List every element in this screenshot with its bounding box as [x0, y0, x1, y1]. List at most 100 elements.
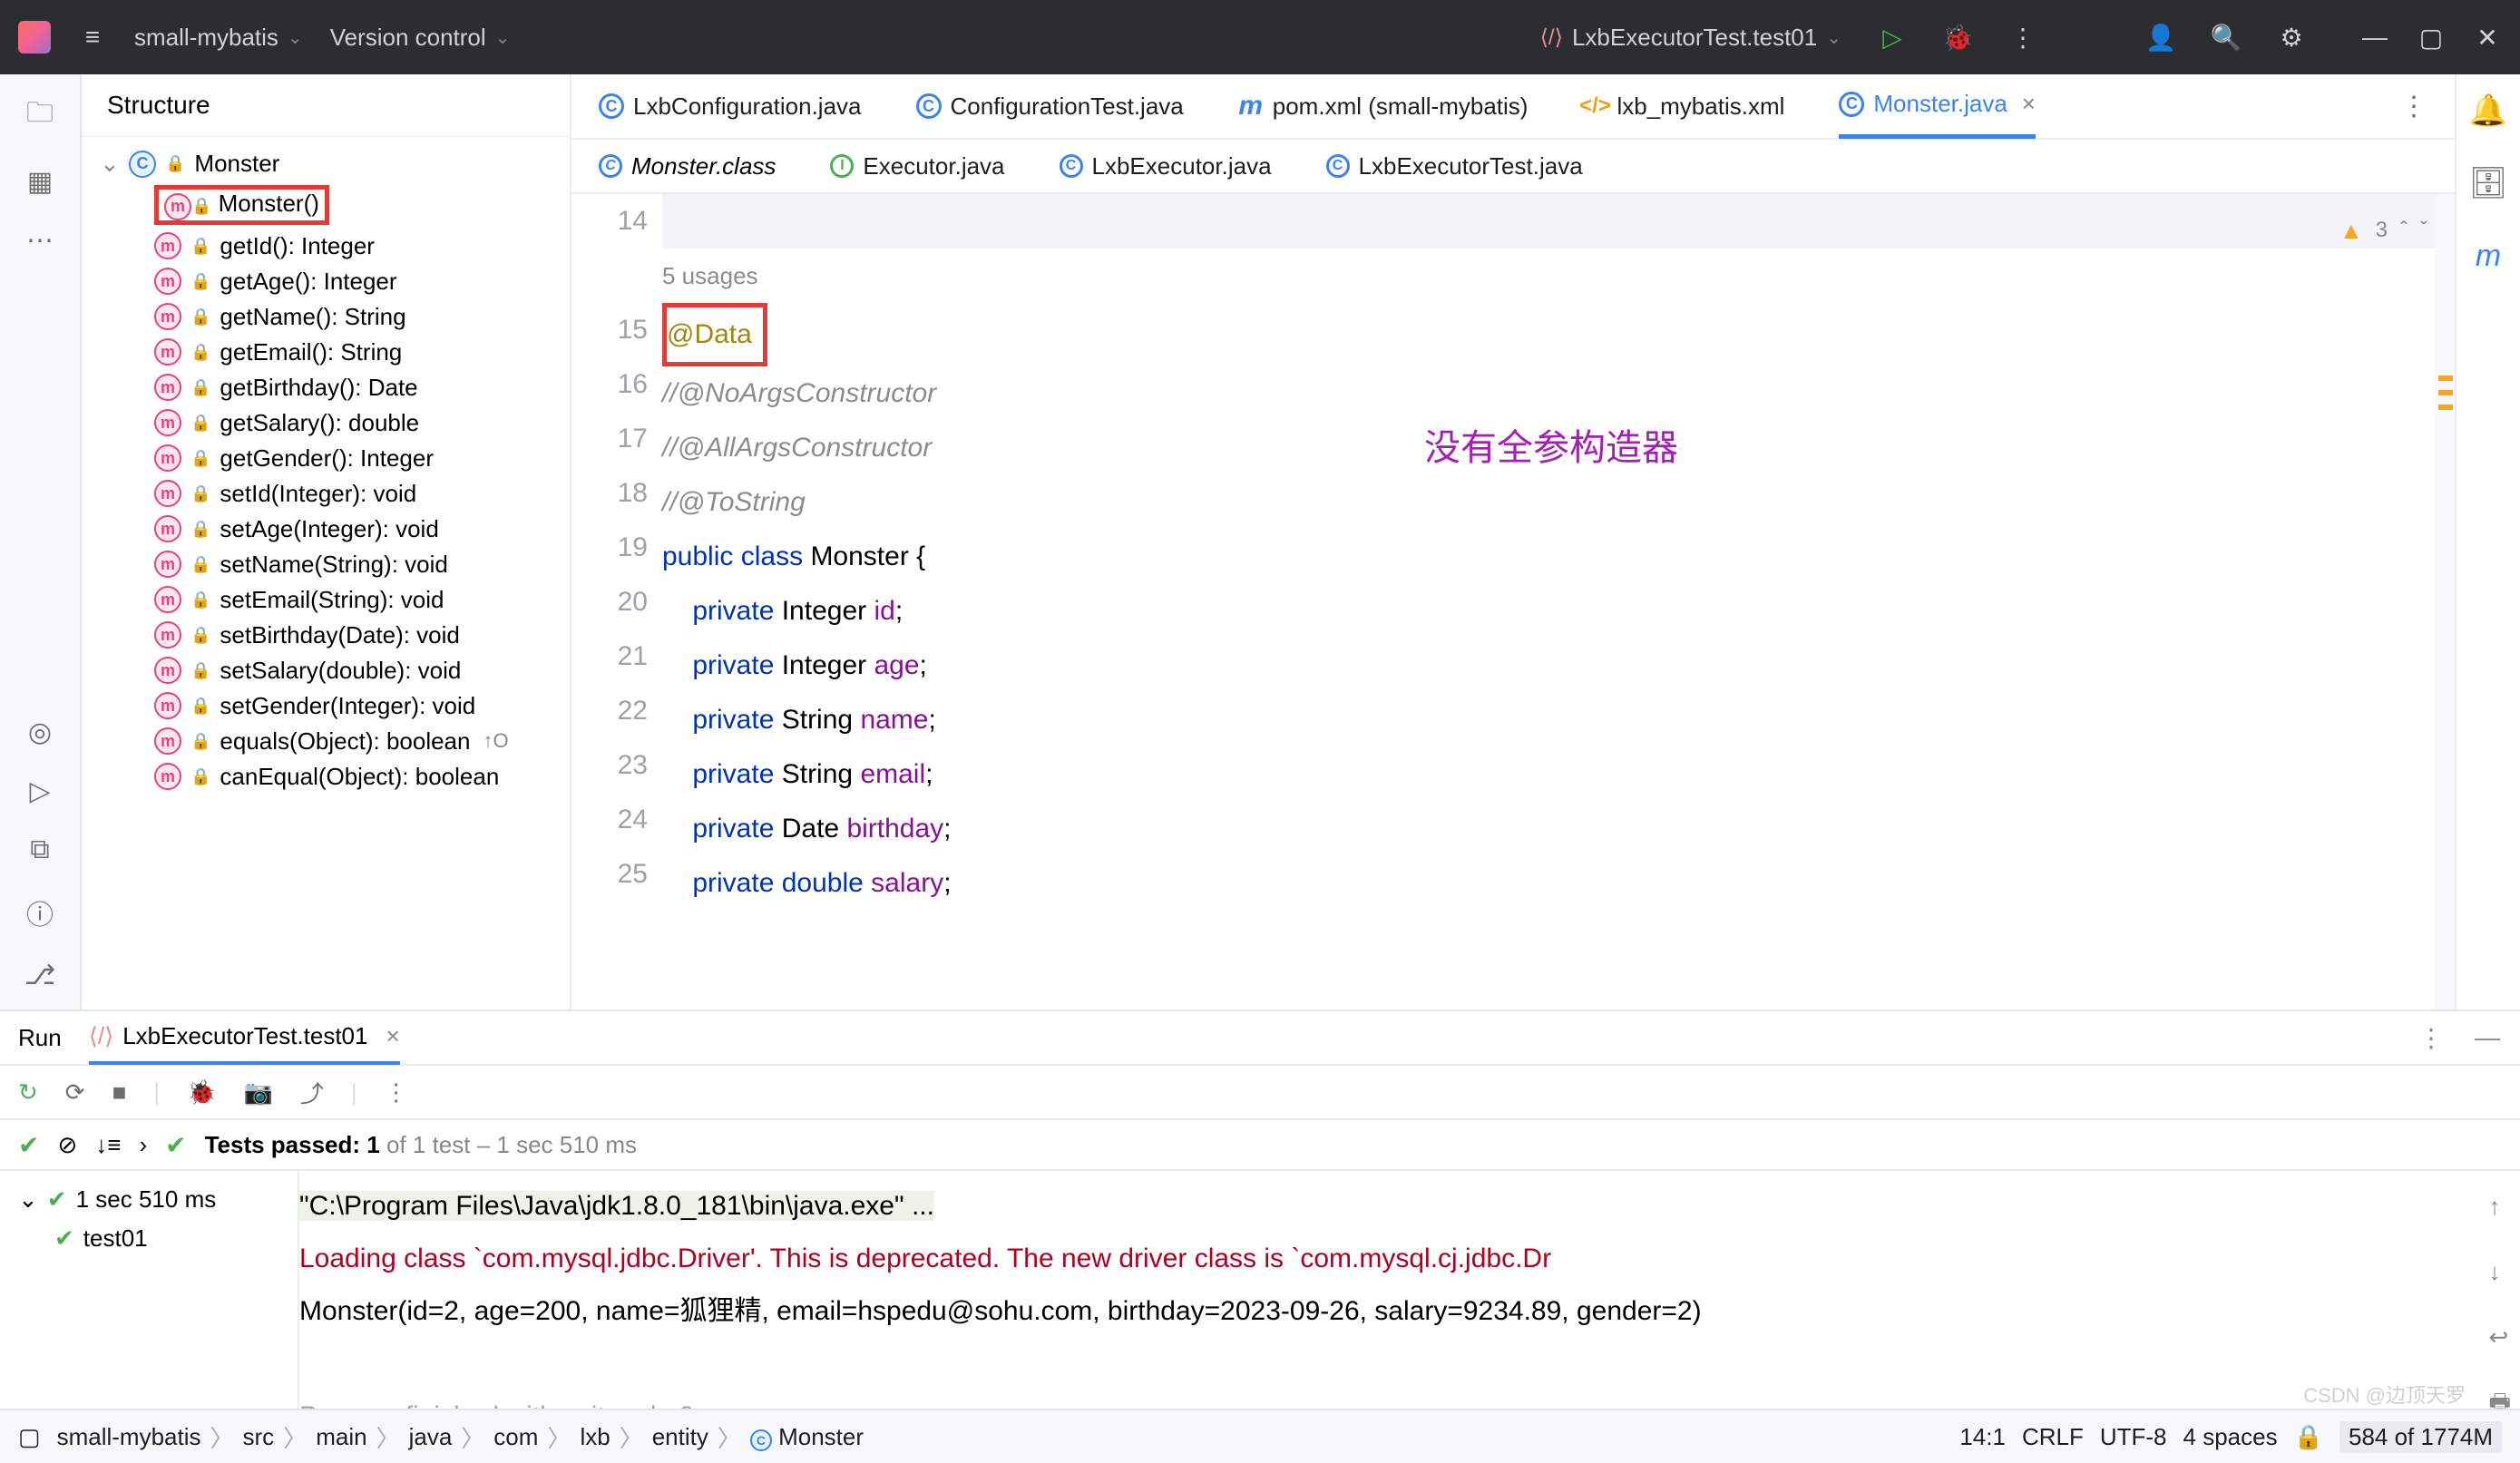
tree-item[interactable]: m🔒 setId(Integer): void	[82, 476, 570, 512]
tree-item[interactable]: m🔒 canEqual(Object): boolean	[82, 759, 570, 795]
crumb[interactable]: src	[243, 1423, 275, 1451]
crumb[interactable]: entity	[652, 1423, 708, 1451]
close-icon[interactable]: ✕	[2473, 23, 2502, 52]
tree-root[interactable]: ⌄C🔒Monster	[82, 146, 570, 181]
scroll-up-icon[interactable]: ↑	[2488, 1180, 2511, 1233]
search-icon[interactable]: 🔍	[2212, 23, 2241, 52]
right-tool-strip: 🔔 🗄 m	[2455, 74, 2520, 1009]
menu-icon[interactable]: ≡	[78, 23, 107, 52]
tree-item[interactable]: m🔒 getGender(): Integer	[82, 441, 570, 476]
rerun-icon[interactable]: ↻	[18, 1078, 38, 1107]
crumb[interactable]: main	[316, 1423, 366, 1451]
scroll-down-icon[interactable]: ↓	[2488, 1245, 2511, 1298]
more-icon[interactable]: ⋮	[2008, 23, 2037, 52]
indent[interactable]: 4 spaces	[2183, 1423, 2278, 1451]
notifications-icon[interactable]: 🔔	[2470, 93, 2506, 129]
crumb[interactable]: C Monster	[750, 1423, 864, 1451]
run-config-tab[interactable]: ⟨/⟩LxbExecutorTest.test01×	[89, 1010, 400, 1065]
status-bar: ▢ small-mybatis〉src〉main〉java〉com〉lxb〉en…	[0, 1409, 2520, 1463]
tree-item[interactable]: m🔒 getName(): String	[82, 299, 570, 335]
tree-item[interactable]: m🔒 setName(String): void	[82, 547, 570, 582]
tree-item[interactable]: m🔒 getEmail(): String	[82, 335, 570, 370]
encoding[interactable]: UTF-8	[2100, 1423, 2167, 1451]
terminal-icon[interactable]: ⧉	[30, 834, 49, 865]
project-tool-icon[interactable]: 🗀	[26, 93, 54, 139]
run-tab[interactable]: Run	[18, 1024, 62, 1052]
tree-item[interactable]: m🔒 Monster()	[82, 181, 570, 229]
editor-tab[interactable]: </>lxb_mybatis.xml	[1582, 93, 1784, 121]
tree-item[interactable]: m🔒 setSalary(double): void	[82, 653, 570, 688]
print-icon[interactable]: 🖶	[2488, 1376, 2511, 1409]
vcs-tool-icon[interactable]: ⎇	[24, 960, 56, 991]
sub-tab[interactable]: IExecutor.java	[830, 152, 1004, 180]
run-config-dropdown[interactable]: ⟨/⟩LxbExecutorTest.test01⌄	[1540, 24, 1841, 52]
stop-icon[interactable]: ■	[112, 1078, 127, 1107]
toggle-bp-icon[interactable]: 🐞	[187, 1078, 216, 1107]
maximize-icon[interactable]: ▢	[2417, 23, 2446, 52]
code-editor[interactable]: 141516171819202122232425 没有全参构造器 ▲3ˆˇ 5 …	[571, 194, 2455, 1009]
code-area[interactable]: 没有全参构造器 ▲3ˆˇ 5 usages@Data//@NoArgsConst…	[662, 194, 2455, 1009]
sort-icon[interactable]: ↓≡	[95, 1131, 121, 1159]
editor-tab[interactable]: mpom.xml (small-mybatis)	[1238, 93, 1529, 121]
services-icon[interactable]: ◎	[28, 717, 52, 748]
inspection-widget[interactable]: ▲3ˆˇ	[2339, 203, 2427, 258]
tree-item[interactable]: m🔒 getSalary(): double	[82, 405, 570, 441]
project-box-icon[interactable]: ▢	[18, 1423, 41, 1451]
rerun-failed-icon[interactable]: ⟳	[65, 1078, 85, 1107]
editor-tab[interactable]: CConfigurationTest.java	[916, 93, 1184, 121]
crumb[interactable]: java	[409, 1423, 453, 1451]
readonly-icon[interactable]: 🔒	[2294, 1423, 2323, 1451]
tree-item[interactable]: m🔒 setAge(Integer): void	[82, 512, 570, 547]
settings-icon[interactable]: ⚙	[2277, 23, 2306, 52]
vcs-dropdown[interactable]: Version control⌄	[330, 24, 511, 52]
test-tree[interactable]: ⌄✔1 sec 510 ms ✔test01	[0, 1171, 299, 1409]
run-more-icon[interactable]: ⋮	[2417, 1023, 2446, 1052]
problems-icon[interactable]: ⓘ	[26, 892, 54, 932]
run-hide-icon[interactable]: —	[2473, 1023, 2502, 1052]
dump-icon[interactable]: 📷	[243, 1078, 272, 1107]
tree-item[interactable]: m🔒 getId(): Integer	[82, 229, 570, 264]
database-icon[interactable]: 🗄	[2470, 165, 2506, 201]
line-sep[interactable]: CRLF	[2022, 1423, 2084, 1451]
editor-tab[interactable]: CMonster.java×	[1839, 73, 2036, 139]
more-tools-icon[interactable]: ⋯	[26, 225, 54, 257]
sub-tab[interactable]: CLxbExecutor.java	[1060, 152, 1272, 180]
memory-indicator[interactable]: 584 of 1774M	[2339, 1421, 2502, 1453]
tree-item[interactable]: m🔒 getAge(): Integer	[82, 264, 570, 299]
structure-tree[interactable]: ⌄C🔒Monsterm🔒 Monster()m🔒 getId(): Intege…	[82, 137, 570, 1009]
tree-item[interactable]: m🔒 setEmail(String): void	[82, 582, 570, 618]
maven-icon[interactable]: m	[2470, 238, 2506, 274]
run-icon[interactable]: ▷	[1878, 23, 1907, 52]
sub-tab[interactable]: CMonster.class	[599, 152, 776, 180]
cursor-pos[interactable]: 14:1	[1959, 1423, 2006, 1451]
tree-item[interactable]: m🔒 setBirthday(Date): void	[82, 618, 570, 653]
editor-scrollbar[interactable]	[2435, 194, 2455, 1009]
left-tool-strip: 🗀 ▦ ⋯ ◎ ▷ ⧉ ⓘ ⎇	[0, 74, 82, 1009]
debug-icon[interactable]: 🐞	[1943, 23, 1972, 52]
test-item[interactable]: ✔test01	[18, 1219, 279, 1258]
tabs-more-icon[interactable]: ⋮	[2400, 91, 2427, 122]
test-root[interactable]: ⌄✔1 sec 510 ms	[18, 1180, 279, 1219]
tree-item[interactable]: m🔒 getBirthday(): Date	[82, 370, 570, 405]
tree-item[interactable]: m🔒 setGender(Integer): void	[82, 688, 570, 724]
run-tool-icon[interactable]: ▷	[29, 775, 50, 807]
tree-item[interactable]: m🔒 equals(Object): boolean↑O	[82, 724, 570, 759]
project-dropdown[interactable]: small-mybatis⌄	[134, 24, 303, 52]
exit-icon[interactable]: ⤴	[300, 1076, 324, 1109]
toolbar-more-icon[interactable]: ⋮	[385, 1078, 408, 1107]
check-icon[interactable]: ✔	[18, 1130, 39, 1160]
structure-tool-icon[interactable]: ▦	[27, 166, 53, 198]
crumb[interactable]: lxb	[580, 1423, 610, 1451]
editor-tab[interactable]: CLxbConfiguration.java	[599, 93, 862, 121]
pass-icon: ✔	[165, 1130, 186, 1160]
account-icon[interactable]: 👤	[2146, 23, 2175, 52]
crumb[interactable]: com	[493, 1423, 538, 1451]
expand-icon[interactable]: ›	[139, 1131, 147, 1159]
soft-wrap-icon[interactable]: ↩	[2488, 1311, 2511, 1363]
breadcrumbs[interactable]: small-mybatis〉src〉main〉java〉com〉lxb〉enti…	[57, 1420, 864, 1454]
sub-tab[interactable]: CLxbExecutorTest.java	[1326, 152, 1583, 180]
minimize-icon[interactable]: —	[2360, 23, 2389, 52]
filter-icon[interactable]: ⊘	[57, 1131, 77, 1159]
crumb[interactable]: small-mybatis	[57, 1423, 201, 1451]
console-output[interactable]: "C:\Program Files\Java\jdk1.8.0_181\bin\…	[299, 1171, 2520, 1409]
